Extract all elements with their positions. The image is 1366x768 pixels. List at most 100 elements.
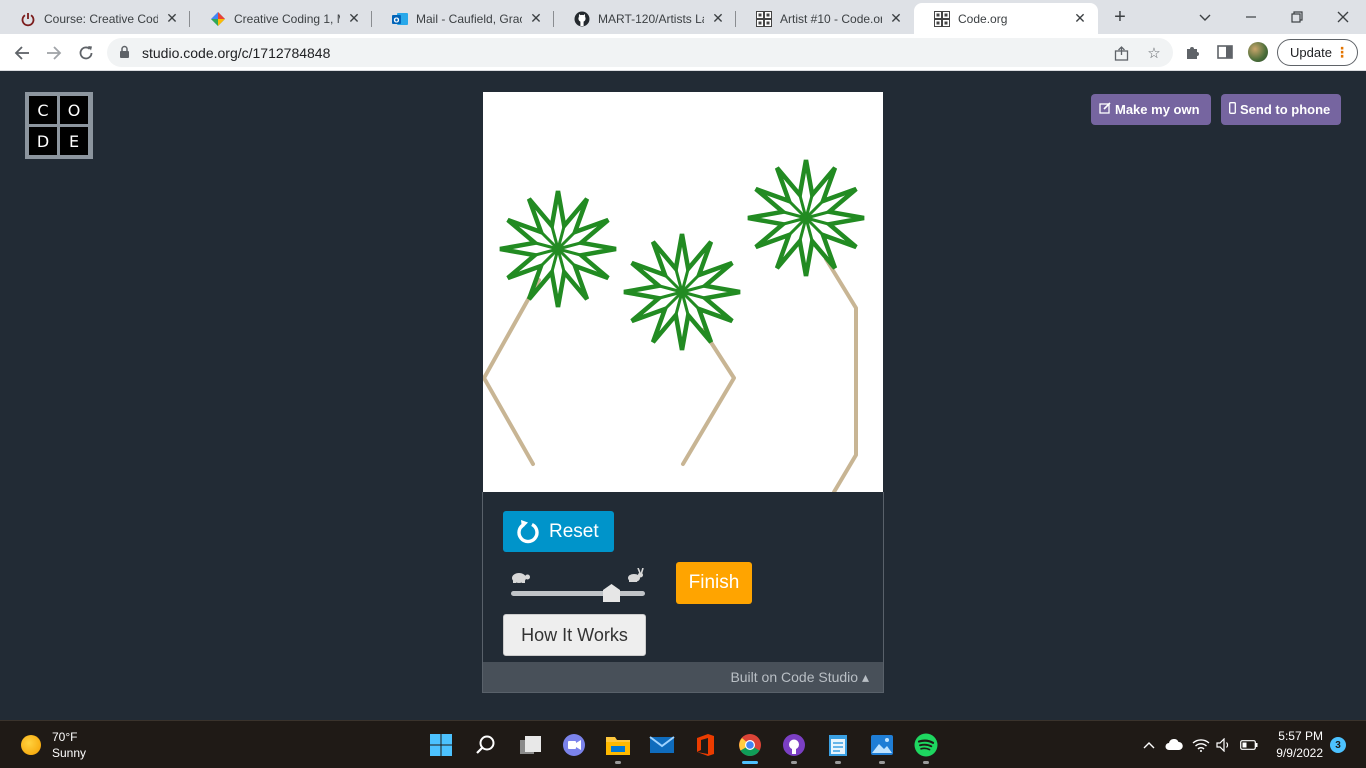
weather-condition[interactable]: Sunny [52, 746, 86, 760]
reset-button[interactable]: Reset [503, 511, 614, 552]
photos-icon[interactable] [869, 732, 895, 758]
address-bar: studio.code.org/c/1712784848 ☆ Update ⋮ [0, 34, 1366, 71]
browser-tab[interactable]: MART-120/Artists Lab ✕ [554, 3, 736, 34]
logo-letter: C [29, 96, 57, 124]
outlook-icon: O [392, 11, 408, 27]
tab-search-icon[interactable] [1182, 0, 1228, 34]
browser-tab-active[interactable]: Code.org ✕ [914, 3, 1098, 34]
omnibox[interactable]: studio.code.org/c/1712784848 ☆ [107, 38, 1173, 67]
running-indicator [791, 761, 797, 764]
windows-taskbar: 70°F Sunny 5:57 PM 9/9/2022 3 [0, 720, 1366, 768]
spotify-icon[interactable] [913, 732, 939, 758]
volume-icon[interactable] [1213, 734, 1235, 756]
new-tab-button[interactable]: + [1108, 5, 1132, 29]
wifi-icon[interactable] [1190, 734, 1212, 756]
logo-letter: E [60, 127, 88, 155]
slider-track[interactable] [511, 591, 645, 596]
file-explorer-icon[interactable] [605, 732, 631, 758]
built-on-footer[interactable]: Built on Code Studio ▴ [483, 662, 883, 692]
turtle-icon [509, 570, 531, 589]
share-icon[interactable] [1111, 43, 1131, 63]
update-button[interactable]: Update ⋮ [1277, 39, 1358, 66]
svg-text:O: O [394, 16, 400, 24]
tab-title: Creative Coding 1, MA [234, 11, 340, 26]
lock-icon[interactable] [119, 45, 130, 64]
office-icon[interactable] [692, 732, 718, 758]
browser-tab[interactable]: Artist #10 - Code.org ✕ [736, 3, 914, 34]
extensions-puzzle-icon[interactable] [1183, 42, 1203, 62]
back-arrow-icon[interactable] [8, 39, 36, 67]
running-indicator [835, 761, 841, 764]
url-text[interactable]: studio.code.org/c/1712784848 [142, 45, 330, 61]
running-indicator [615, 761, 621, 764]
phone-icon [1229, 102, 1236, 117]
notification-badge[interactable]: 3 [1330, 737, 1346, 753]
stem [681, 328, 736, 466]
battery-icon[interactable] [1238, 734, 1260, 756]
notepad-icon[interactable] [825, 732, 851, 758]
logo-letter: O [60, 96, 88, 124]
close-icon[interactable]: ✕ [710, 10, 726, 27]
google-drive-icon [210, 11, 226, 27]
reset-label: Reset [549, 520, 599, 542]
mail-icon[interactable] [649, 732, 675, 758]
code-org-icon [934, 10, 950, 27]
update-label: Update [1290, 45, 1332, 60]
slider-thumb[interactable] [603, 584, 620, 602]
tab-title: Artist #10 - Code.org [780, 11, 882, 26]
artist-canvas[interactable] [482, 92, 883, 494]
stem [824, 257, 858, 494]
close-icon[interactable]: ✕ [346, 10, 362, 27]
speed-slider[interactable] [509, 567, 649, 602]
onedrive-cloud-icon[interactable] [1163, 734, 1185, 756]
close-icon[interactable]: ✕ [1072, 10, 1088, 27]
tab-title: Code.org [958, 11, 1008, 26]
profile-avatar[interactable] [1248, 42, 1268, 62]
bookmark-star-icon[interactable]: ☆ [1144, 43, 1164, 63]
browser-tab[interactable]: Course: Creative Codir ✕ [0, 3, 190, 34]
close-icon[interactable]: ✕ [528, 10, 544, 27]
active-indicator [742, 761, 758, 764]
github-desktop-icon[interactable] [781, 732, 807, 758]
logo-letter: D [29, 127, 57, 155]
browser-tab[interactable]: Creative Coding 1, MA ✕ [190, 3, 372, 34]
running-indicator [879, 761, 885, 764]
send-to-phone-button[interactable]: Send to phone [1221, 94, 1341, 125]
chevron-up-icon[interactable] [1138, 734, 1160, 756]
tab-title: MART-120/Artists Lab [598, 11, 704, 26]
clock-date[interactable]: 9/9/2022 [1276, 746, 1323, 760]
rabbit-icon [625, 567, 647, 589]
sun-icon[interactable] [21, 735, 41, 755]
more-menu-icon: ⋮ [1335, 44, 1349, 60]
make-my-own-label: Make my own [1115, 102, 1200, 117]
side-panel-icon[interactable] [1215, 42, 1235, 62]
minimize-icon[interactable] [1228, 0, 1274, 34]
tab-title: Course: Creative Codir [44, 11, 158, 26]
browser-tab-bar: Course: Creative Codir ✕ Creative Coding… [0, 0, 1366, 34]
finish-button[interactable]: Finish [676, 562, 752, 604]
code-studio-page: C O D E Make my own Send to phone Reset … [0, 71, 1366, 720]
send-to-phone-label: Send to phone [1240, 102, 1331, 117]
browser-tab[interactable]: O Mail - Caufield, Grace ✕ [372, 3, 554, 34]
github-icon [574, 11, 590, 27]
reload-icon[interactable] [72, 39, 100, 67]
teams-chat-icon[interactable] [561, 732, 587, 758]
code-org-icon [756, 10, 772, 27]
close-icon[interactable]: ✕ [164, 10, 180, 27]
how-it-works-button[interactable]: How It Works [503, 614, 646, 656]
close-icon[interactable]: ✕ [888, 10, 904, 27]
search-icon[interactable] [473, 732, 499, 758]
built-on-label: Built on Code Studio ▴ [730, 669, 869, 685]
chrome-icon[interactable] [737, 732, 763, 758]
make-my-own-button[interactable]: Make my own [1091, 94, 1211, 125]
forward-arrow-icon[interactable] [40, 39, 68, 67]
weather-temperature[interactable]: 70°F [52, 730, 77, 744]
windows-start-icon[interactable] [428, 732, 454, 758]
close-window-icon[interactable] [1320, 0, 1366, 34]
clock-time[interactable]: 5:57 PM [1278, 729, 1323, 743]
task-view-icon[interactable] [518, 732, 544, 758]
restore-icon[interactable] [1274, 0, 1320, 34]
artist-drawing [482, 159, 865, 494]
code-org-logo[interactable]: C O D E [25, 92, 93, 159]
stem [482, 278, 541, 466]
